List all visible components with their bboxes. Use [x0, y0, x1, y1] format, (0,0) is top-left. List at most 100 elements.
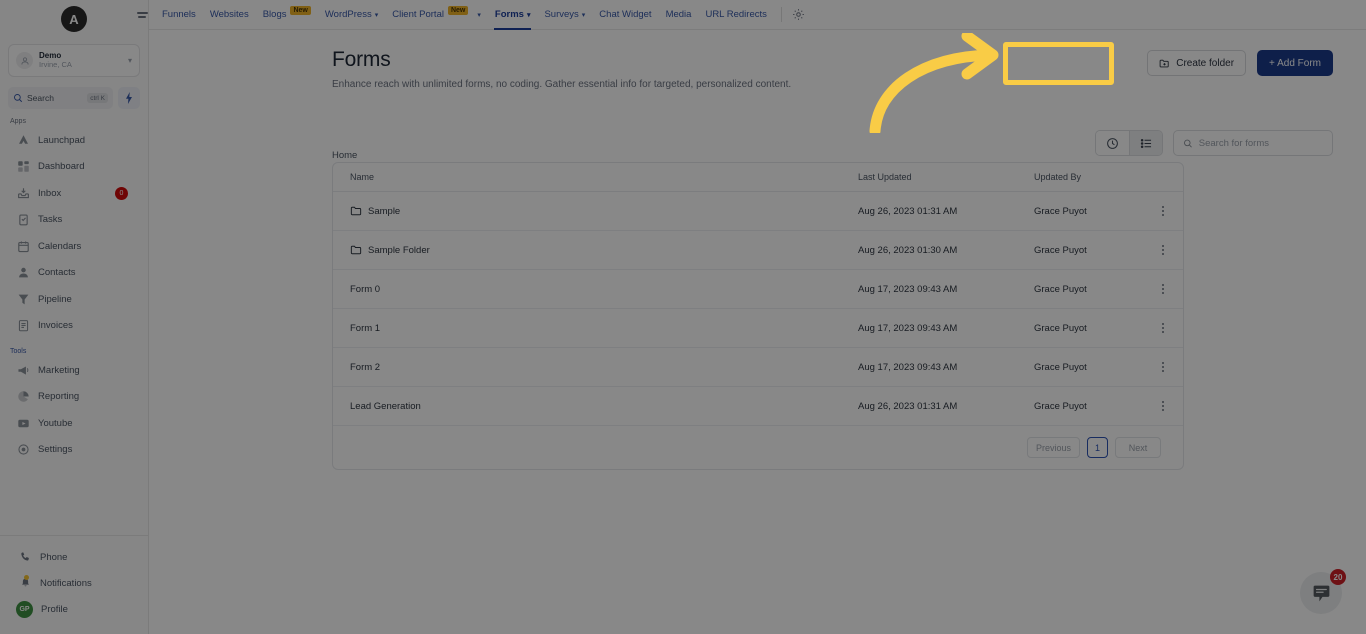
sidebar-item-settings[interactable]: Settings [0, 437, 148, 464]
topnav-item-wordpress[interactable]: WordPress ▾ [318, 0, 385, 30]
chat-unread-badge: 20 [1330, 569, 1346, 585]
pie-chart-icon [16, 390, 30, 404]
sidebar-item-label: Calendars [38, 240, 82, 252]
pipeline-icon [16, 292, 30, 306]
main-content: Forms Enhance reach with unlimited forms… [149, 30, 1366, 634]
table-row[interactable]: Sample Folder Aug 26, 2023 01:30 AM Grac… [333, 231, 1183, 270]
row-last-updated: Aug 17, 2023 09:43 AM [858, 322, 958, 334]
list-toolbar [1095, 130, 1333, 156]
topnav-item-client-portal[interactable]: Client Portal New ▾ [385, 0, 488, 30]
sidebar-item-label: Launchpad [38, 134, 86, 146]
list-view-icon [1140, 138, 1151, 148]
youtube-icon [16, 416, 30, 430]
sidebar-item-marketing[interactable]: Marketing [0, 357, 148, 384]
topnav-settings-button[interactable] [789, 5, 809, 25]
recent-view-button[interactable] [1096, 131, 1129, 155]
row-updated-by: Grace Puyot [1034, 361, 1087, 373]
sidebar-item-reporting[interactable]: Reporting [0, 384, 148, 411]
sidebar-item-label: Youtube [38, 417, 73, 429]
sidebar-item-pipeline[interactable]: Pipeline [0, 286, 148, 313]
sidebar-item-inbox[interactable]: Inbox 0 [0, 180, 148, 207]
table-row[interactable]: Form 1 Aug 17, 2023 09:43 AM Grace Puyot [333, 309, 1183, 348]
app-logo[interactable]: A [61, 6, 87, 32]
search-icon [1184, 139, 1192, 147]
topnav-label: Chat Widget [599, 9, 652, 20]
row-actions-menu[interactable] [1143, 322, 1183, 334]
sidebar-item-label: Notifications [40, 577, 92, 589]
sidebar-item-label: Dashboard [38, 161, 85, 173]
search-forms-input[interactable] [1198, 137, 1323, 149]
sidebar-toggle-icon[interactable] [131, 0, 153, 30]
sidebar-item-label: Invoices [38, 320, 73, 332]
table-row[interactable]: Lead Generation Aug 26, 2023 01:31 AM Gr… [333, 387, 1183, 426]
sidebar-divider [0, 535, 148, 536]
table-row[interactable]: Sample Aug 26, 2023 01:31 AM Grace Puyot [333, 192, 1183, 231]
sidebar-item-phone[interactable]: Phone [0, 544, 148, 570]
create-folder-button[interactable]: Create folder [1147, 50, 1247, 76]
sidebar-item-label: Tasks [38, 214, 63, 226]
row-name-cell: Sample [350, 205, 858, 217]
topnav-item-blogs[interactable]: Blogs New [256, 0, 318, 30]
more-options-icon [1143, 361, 1183, 373]
pagination-page-1[interactable]: 1 [1087, 437, 1108, 458]
row-last-updated: Aug 26, 2023 01:31 AM [858, 400, 958, 412]
sidebar-item-tasks[interactable]: Tasks [0, 207, 148, 234]
sidebar-item-label: Pipeline [38, 293, 72, 305]
row-name-cell: Form 0 [350, 284, 858, 295]
sidebar-item-notifications[interactable]: Notifications [0, 570, 148, 596]
account-avatar-icon [16, 52, 33, 69]
topnav-item-websites[interactable]: Websites [203, 0, 256, 30]
sidebar-item-youtube[interactable]: Youtube [0, 410, 148, 437]
row-actions-menu[interactable] [1143, 283, 1183, 295]
row-actions-menu[interactable] [1143, 244, 1183, 256]
inbox-icon [16, 186, 30, 200]
chat-widget-button[interactable]: 20 [1300, 569, 1346, 614]
table-row[interactable]: Form 0 Aug 17, 2023 09:43 AM Grace Puyot [333, 270, 1183, 309]
row-updated-by: Grace Puyot [1034, 322, 1087, 334]
search-forms-box[interactable] [1173, 130, 1333, 156]
search-label: Search [27, 93, 54, 103]
search-input[interactable]: Search ctrl K [8, 87, 113, 109]
topnav-item-chat-widget[interactable]: Chat Widget [592, 0, 658, 30]
column-header-name: Name [350, 172, 375, 182]
quick-actions-button[interactable] [118, 87, 140, 109]
topnav-label: Websites [209, 9, 249, 20]
row-actions-menu[interactable] [1143, 400, 1183, 412]
topnav-item-media[interactable]: Media [659, 0, 699, 30]
top-navigation: Funnels Websites Blogs New WordPress ▾ C… [136, 0, 1366, 30]
row-updated-by: Grace Puyot [1034, 244, 1087, 256]
list-view-button[interactable] [1129, 131, 1162, 155]
row-name: Sample [368, 205, 401, 217]
gear-icon [16, 443, 30, 457]
table-row[interactable]: Form 2 Aug 17, 2023 09:43 AM Grace Puyot [333, 348, 1183, 387]
sidebar-item-profile[interactable]: GP Profile [0, 596, 148, 622]
sidebar-item-contacts[interactable]: Contacts [0, 260, 148, 287]
page-subtitle: Enhance reach with unlimited forms, no c… [332, 79, 792, 90]
account-switcher[interactable]: Demo Irvine, CA ▾ [8, 44, 140, 77]
breadcrumb[interactable]: Home [332, 150, 357, 161]
notification-dot [24, 575, 29, 580]
row-actions-menu[interactable] [1143, 205, 1183, 217]
topnav-item-url-redirects[interactable]: URL Redirects [698, 0, 773, 30]
sidebar-item-dashboard[interactable]: Dashboard [0, 154, 148, 181]
sidebar-item-launchpad[interactable]: Launchpad [0, 127, 148, 154]
row-name-cell: Lead Generation [350, 401, 858, 412]
sidebar-item-label: Contacts [38, 267, 76, 279]
topnav-item-funnels[interactable]: Funnels [155, 0, 203, 30]
calendar-icon [16, 239, 30, 253]
more-options-icon [1143, 322, 1183, 334]
avatar: GP [16, 600, 33, 618]
row-name-cell: Form 2 [350, 362, 858, 373]
sidebar-logo-row: A [0, 4, 148, 34]
sidebar-item-invoices[interactable]: Invoices [0, 313, 148, 340]
topnav-item-forms[interactable]: Forms ▾ [488, 0, 538, 30]
sidebar-apps-list: Launchpad Dashboard Inbox 0 Tasks Calend… [0, 127, 148, 339]
bolt-icon [126, 92, 132, 104]
pagination-next-button[interactable]: Next [1115, 437, 1161, 458]
topnav-item-surveys[interactable]: Surveys ▾ [537, 0, 592, 30]
sidebar-item-calendars[interactable]: Calendars [0, 233, 148, 260]
app-root: A Demo Irvine, CA ▾ Search ctrl K Apps L… [0, 0, 1366, 634]
pagination-previous-button[interactable]: Previous [1026, 437, 1080, 458]
row-actions-menu[interactable] [1143, 361, 1183, 373]
add-form-button[interactable]: + Add Form [1257, 50, 1333, 76]
